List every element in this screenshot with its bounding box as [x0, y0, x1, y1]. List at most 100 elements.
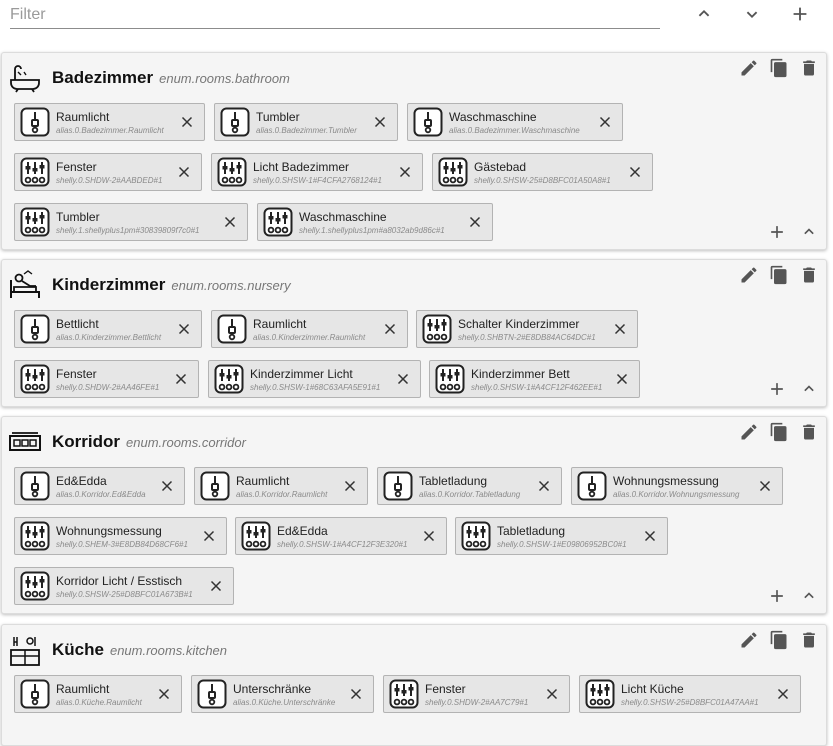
- device-name: Tabletladung: [497, 523, 566, 538]
- device-chip[interactable]: Tumbler alias.0.Badezimmer.Tumbler: [214, 103, 398, 141]
- device-chip[interactable]: Schalter Kinderzimmer shelly.0.SHBTN-2#E8…: [416, 310, 638, 348]
- device-id: alias.0.Kinderzimmer.Bettlicht: [56, 332, 162, 342]
- device-chip[interactable]: Bettlicht alias.0.Kinderzimmer.Bettlicht: [14, 310, 202, 348]
- edit-icon[interactable]: [738, 421, 760, 443]
- close-icon[interactable]: [639, 525, 661, 547]
- plus-icon[interactable]: [788, 2, 812, 26]
- device-chip[interactable]: Waschmaschine alias.0.Badezimmer.Waschmas…: [407, 103, 623, 141]
- close-icon[interactable]: [609, 318, 631, 340]
- edit-icon[interactable]: [738, 264, 760, 286]
- copy-icon[interactable]: [768, 264, 790, 286]
- filter-input[interactable]: [10, 2, 660, 29]
- device-name: Korridor Licht / Esstisch: [56, 573, 183, 588]
- device-name: Schalter Kinderzimmer: [458, 316, 580, 331]
- device-name: Raumlicht: [253, 316, 307, 331]
- corridor-icon: [8, 425, 42, 459]
- close-icon[interactable]: [173, 318, 195, 340]
- close-icon[interactable]: [339, 475, 361, 497]
- copy-icon[interactable]: [768, 629, 790, 651]
- device-chip[interactable]: Waschmaschine shelly.1.shellyplus1pm#a803…: [257, 203, 493, 241]
- close-icon[interactable]: [464, 211, 486, 233]
- close-icon[interactable]: [418, 525, 440, 547]
- close-icon[interactable]: [153, 683, 175, 705]
- device-chip[interactable]: Fenster shelly.0.SHDW-2#AABDED#1: [14, 153, 202, 191]
- device-chip[interactable]: Gästebad shelly.0.SHSW-25#D8BFC01A50A8#1: [432, 153, 653, 191]
- close-icon[interactable]: [611, 368, 633, 390]
- close-icon[interactable]: [392, 368, 414, 390]
- device-name: Tumbler: [56, 209, 100, 224]
- device-icon: [20, 571, 50, 601]
- alias-icon: [217, 314, 247, 344]
- device-chip[interactable]: Kinderzimmer Bett shelly.0.SHSW-1#A4CF12F…: [429, 360, 640, 398]
- room-enum-id: enum.rooms.nursery: [171, 277, 291, 293]
- collapse-chevron-up-icon[interactable]: [798, 378, 820, 400]
- device-name: Licht Küche: [621, 681, 684, 696]
- device-chip[interactable]: Tumbler shelly.1.shellyplus1pm#30839809f7…: [14, 203, 248, 241]
- close-icon[interactable]: [379, 318, 401, 340]
- collapse-chevron-up-icon[interactable]: [798, 585, 820, 607]
- close-icon[interactable]: [156, 475, 178, 497]
- edit-icon[interactable]: [738, 629, 760, 651]
- device-chip[interactable]: Licht Küche shelly.0.SHSW-25#D8BFC01A47AA…: [579, 675, 801, 713]
- close-icon[interactable]: [345, 683, 367, 705]
- add-device-plus-icon[interactable]: [766, 378, 788, 400]
- close-icon[interactable]: [173, 161, 195, 183]
- copy-icon[interactable]: [768, 57, 790, 79]
- device-chip[interactable]: Wohnungsmessung shelly.0.SHEM-3#E8DB84D68…: [14, 517, 227, 555]
- device-chip[interactable]: Raumlicht alias.0.Korridor.Raumlicht: [194, 467, 368, 505]
- device-chip[interactable]: Raumlicht alias.0.Kinderzimmer.Raumlicht: [211, 310, 408, 348]
- edit-icon[interactable]: [738, 57, 760, 79]
- device-chip[interactable]: Unterschränke alias.0.Küche.Unterschränke: [191, 675, 374, 713]
- copy-icon[interactable]: [768, 421, 790, 443]
- close-icon[interactable]: [541, 683, 563, 705]
- device-chip[interactable]: Tabletladung alias.0.Korridor.Tabletladun…: [377, 467, 562, 505]
- device-id: shelly.1.shellyplus1pm#30839809f7c0#1: [56, 225, 200, 235]
- device-chip[interactable]: Raumlicht alias.0.Küche.Raumlicht: [14, 675, 182, 713]
- room-card-kueche: Küche enum.rooms.kitchen Raumlicht alias.…: [1, 624, 827, 746]
- device-id: shelly.0.SHSW-1#E09806952BC0#1: [497, 539, 627, 549]
- device-chip[interactable]: Ed&Edda shelly.0.SHSW-1#A4CF12F3E320#1: [235, 517, 447, 555]
- device-icon: [263, 207, 293, 237]
- device-name: Raumlicht: [236, 473, 290, 488]
- delete-icon[interactable]: [798, 421, 820, 443]
- device-id: shelly.0.SHSW-25#D8BFC01A47AA#1: [621, 697, 759, 707]
- device-chip[interactable]: Korridor Licht / Esstisch shelly.0.SHSW-2…: [14, 567, 234, 605]
- delete-icon[interactable]: [798, 264, 820, 286]
- close-icon[interactable]: [369, 111, 391, 133]
- device-chip[interactable]: Kinderzimmer Licht shelly.0.SHSW-1#68C63A…: [208, 360, 421, 398]
- add-device-plus-icon[interactable]: [766, 221, 788, 243]
- close-icon[interactable]: [170, 368, 192, 390]
- chevron-down-icon[interactable]: [740, 2, 764, 26]
- close-icon[interactable]: [219, 211, 241, 233]
- device-id: alias.0.Kinderzimmer.Raumlicht: [253, 332, 366, 342]
- alias-icon: [197, 679, 227, 709]
- device-icon: [438, 157, 468, 187]
- collapse-chevron-up-icon[interactable]: [798, 221, 820, 243]
- device-chip[interactable]: Ed&Edda alias.0.Korridor.Ed&Edda: [14, 467, 185, 505]
- device-chip[interactable]: Fenster shelly.0.SHDW-2#AA46FE#1: [14, 360, 199, 398]
- device-chip[interactable]: Fenster shelly.0.SHDW-2#AA7C79#1: [383, 675, 570, 713]
- delete-icon[interactable]: [798, 57, 820, 79]
- close-icon[interactable]: [772, 683, 794, 705]
- device-chip[interactable]: Raumlicht alias.0.Badezimmer.Raumlicht: [14, 103, 205, 141]
- close-icon[interactable]: [205, 575, 227, 597]
- alias-icon: [413, 107, 443, 137]
- add-device-plus-icon[interactable]: [766, 585, 788, 607]
- close-icon[interactable]: [198, 525, 220, 547]
- room-enum-id: enum.rooms.kitchen: [109, 642, 228, 658]
- device-chip[interactable]: Wohnungsmessung alias.0.Korridor.Wohnungs…: [571, 467, 783, 505]
- device-id: shelly.1.shellyplus1pm#a8032ab9d86c#1: [299, 225, 445, 235]
- device-name: Wohnungsmessung: [56, 523, 162, 538]
- close-icon[interactable]: [594, 111, 616, 133]
- close-icon[interactable]: [176, 111, 198, 133]
- device-chip[interactable]: Licht Badezimmer shelly.0.SHSW-1#F4CFA276…: [211, 153, 423, 191]
- device-icon: [461, 521, 491, 551]
- device-chip[interactable]: Tabletladung shelly.0.SHSW-1#E09806952BC0…: [455, 517, 668, 555]
- close-icon[interactable]: [624, 161, 646, 183]
- chevron-up-icon[interactable]: [692, 2, 716, 26]
- close-icon[interactable]: [394, 161, 416, 183]
- device-id: shelly.0.SHBTN-2#E8DB84AC64DC#1: [458, 332, 596, 342]
- close-icon[interactable]: [754, 475, 776, 497]
- delete-icon[interactable]: [798, 629, 820, 651]
- close-icon[interactable]: [533, 475, 555, 497]
